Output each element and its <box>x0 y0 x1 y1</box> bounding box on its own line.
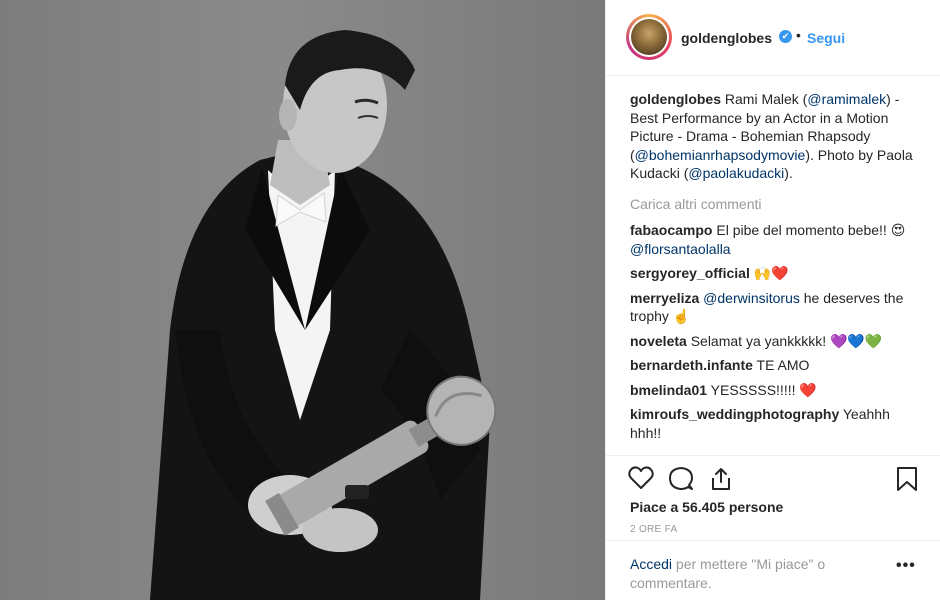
comment-mention[interactable]: @derwinsitorus <box>703 290 800 306</box>
caption-mention[interactable]: @ramimalek <box>807 91 886 107</box>
comment-author[interactable]: merryeliza <box>630 290 699 306</box>
list-item: kimroufs_weddingphotography Yeahhh hhh!! <box>630 406 890 441</box>
verified-badge-icon: ✔ <box>779 30 792 43</box>
header-username[interactable]: goldenglobes <box>681 30 772 46</box>
bookmark-icon[interactable] <box>896 466 918 492</box>
follow-button[interactable]: Segui <box>807 30 845 46</box>
caption-mention[interactable]: @bohemianrhapsodymovie <box>635 147 806 163</box>
comment-author[interactable]: sergyorey_official <box>630 265 750 281</box>
list-item: bmelinda01 YESSSSS!!!!! ❤️ <box>630 381 817 398</box>
list-item: bernardeth.infante TE AMO <box>630 357 810 373</box>
photo-illustration <box>150 30 497 600</box>
comment-footer: Accedi per mettere "Mi piace" o commenta… <box>606 540 940 600</box>
post-photo <box>0 0 605 600</box>
likes-count[interactable]: Piace a 56.405 persone <box>630 499 783 515</box>
post-actions: Piace a 56.405 persone 2 ORE FA <box>606 455 940 535</box>
comment-author[interactable]: kimroufs_weddingphotography <box>630 406 839 422</box>
comments-list: goldenglobes Rami Malek (@ramimalek) - B… <box>630 90 920 448</box>
comment-icon[interactable] <box>668 466 694 492</box>
login-prompt: Accedi per mettere "Mi piace" o commenta… <box>630 556 826 591</box>
comment-mention[interactable]: @florsantaolalla <box>630 241 731 257</box>
caption-mention[interactable]: @paolakudacki <box>688 165 784 181</box>
post-side-panel: goldenglobes ✔ • Segui goldenglobes Rami… <box>605 0 940 600</box>
comment-author[interactable]: fabaocampo <box>630 222 712 238</box>
load-more-comments-button[interactable]: Carica altri commenti <box>630 195 920 214</box>
more-options-icon[interactable]: ••• <box>896 557 916 575</box>
share-icon[interactable] <box>709 466 733 492</box>
comment-author[interactable]: bernardeth.infante <box>630 357 753 373</box>
post-timestamp: 2 ORE FA <box>630 524 678 535</box>
list-item: noveleta Selamat ya yankkkkk! 💜💙💚 <box>630 332 883 349</box>
post-header: goldenglobes ✔ • Segui <box>606 0 940 76</box>
heart-icon[interactable] <box>628 466 654 490</box>
comment-author[interactable]: noveleta <box>630 333 687 349</box>
list-item: merryeliza @derwinsitorus he deserves th… <box>630 289 904 325</box>
list-item: fabaocampo El pibe del momento bebe!! 😍 … <box>630 222 906 257</box>
header-separator: • <box>796 27 801 43</box>
list-item: sergyorey_official 🙌❤️ <box>630 265 789 281</box>
comment-author[interactable]: bmelinda01 <box>630 382 707 398</box>
login-link[interactable]: Accedi <box>630 556 672 572</box>
post-caption: goldenglobes Rami Malek (@ramimalek) - B… <box>630 91 913 181</box>
caption-author[interactable]: goldenglobes <box>630 91 721 107</box>
avatar[interactable] <box>626 14 672 60</box>
